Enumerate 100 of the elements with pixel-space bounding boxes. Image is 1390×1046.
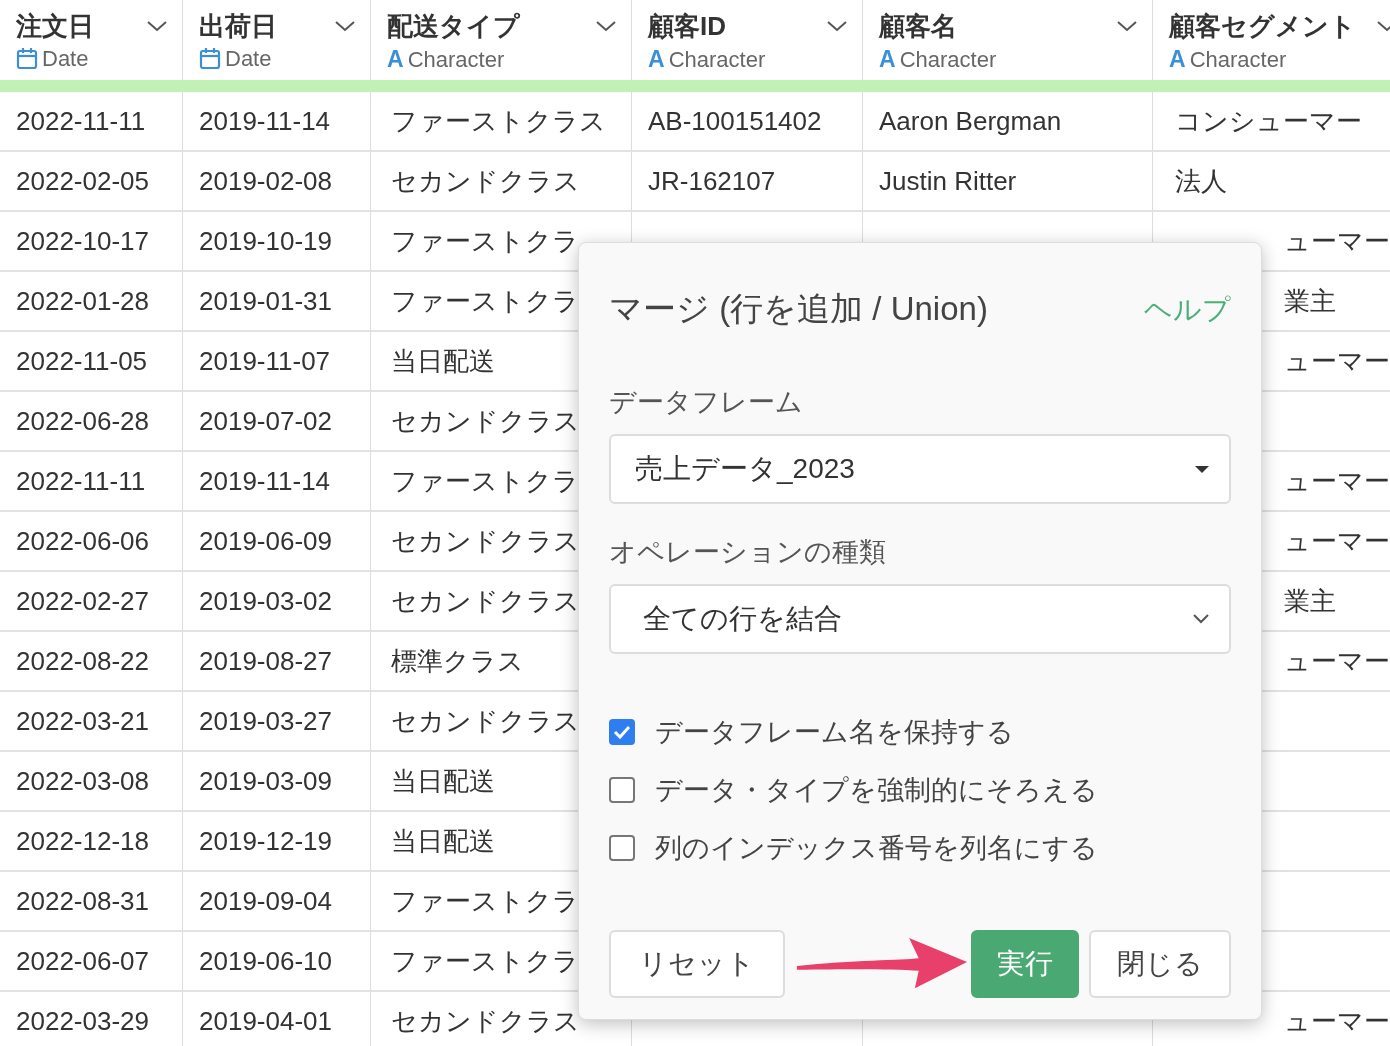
chevron-down-icon [146, 20, 168, 32]
table-cell-text: ファーストクラス [391, 104, 606, 138]
table-cell: 2022-03-21 [16, 705, 149, 737]
dataframe-dropdown[interactable]: 売上データ_2023 [609, 434, 1231, 504]
table-cell-text: 法人 [1175, 164, 1227, 198]
table-cell-text: セカンドクラス [391, 704, 580, 738]
table-cell: 2019-11-14 [199, 465, 331, 497]
checkbox-label: 列のインデックス番号を列名にする [655, 832, 1098, 865]
column-name: 出荷日 [199, 9, 277, 43]
table-cell: 2022-02-05 [16, 165, 149, 197]
calendar-icon [16, 47, 38, 71]
table-cell: 2022-02-27 [16, 585, 149, 617]
table-cell: 2022-03-08 [16, 765, 149, 797]
caret-icon [1195, 465, 1209, 473]
table-cell-text: ファーストクラ [391, 944, 579, 978]
table-cell-text: ューマー [1284, 1004, 1390, 1038]
table-cell: 2022-08-22 [16, 645, 149, 677]
table-cell: 2022-10-17 [16, 225, 149, 257]
table-cell-text: コンシューマー [1175, 104, 1362, 138]
column-type: Date [42, 46, 89, 72]
table-cell-text: ファーストクラ [391, 224, 579, 258]
checkbox[interactable] [609, 777, 635, 803]
table-cell: 2022-06-06 [16, 525, 149, 557]
table-cell-text: ファーストクラ [391, 884, 579, 918]
column-name: 注文日 [16, 9, 94, 43]
column-name: 顧客セグメント [1169, 9, 1356, 43]
checkbox-label: データフレーム名を保持する [655, 716, 1014, 749]
column-name: 顧客名 [879, 9, 957, 43]
table-cell-text: 業主 [1284, 584, 1336, 618]
reset-button[interactable]: リセット [609, 930, 785, 998]
table-cell: JR-162107 [648, 165, 776, 197]
table-cell: 2019-12-19 [199, 825, 332, 857]
chevron-down-icon [595, 20, 617, 32]
table-cell-text: 標準クラス [391, 644, 524, 678]
chevron-down-icon [826, 20, 848, 32]
dialog-title: マージ (行を追加 / Union) [609, 289, 988, 329]
column-name: 顧客ID [648, 9, 726, 43]
table-cell: 2022-06-28 [16, 405, 149, 437]
table-cell-text: ューマー [1284, 644, 1390, 678]
checkbox[interactable] [609, 719, 635, 745]
table-cell-text: ファーストクラ [391, 284, 579, 318]
table-cell: 2022-12-18 [16, 825, 149, 857]
table-cell-text: セカンドクラス [391, 524, 580, 558]
table-cell-text: セカンドクラス [391, 404, 580, 438]
operation-select[interactable]: 全ての行を結合 [609, 584, 1231, 654]
table-cell-text: ューマー [1284, 344, 1390, 378]
checkmark-icon [613, 725, 631, 739]
chevron-down-icon [1193, 614, 1209, 624]
table-cell: 2022-03-29 [16, 1005, 149, 1037]
table-cell: 2019-11-07 [199, 345, 331, 377]
table-cell: 2019-07-02 [199, 405, 332, 437]
close-button[interactable]: 閉じる [1089, 930, 1231, 998]
table-cell: 2019-10-19 [199, 225, 332, 257]
table-cell: Aaron Bergman [879, 105, 1062, 137]
checkbox[interactable] [609, 835, 635, 861]
table-cell: 2019-06-09 [199, 525, 332, 557]
table-cell: 2019-03-09 [199, 765, 332, 797]
type-mark: A [1169, 46, 1186, 73]
table-cell: 2022-08-31 [16, 885, 149, 917]
table-cell: Justin Ritter [879, 165, 1017, 197]
table-cell-text: 当日配送 [391, 764, 495, 798]
table-cell-text: セカンドクラス [391, 164, 580, 198]
calendar-icon [199, 47, 221, 71]
type-mark: A [648, 46, 665, 73]
table-cell-text: 当日配送 [391, 344, 495, 378]
table-cell-text: ューマー [1284, 224, 1390, 258]
table-cell: 2019-02-08 [199, 165, 332, 197]
chevron-down-icon [1116, 20, 1138, 32]
column-type: Character [668, 46, 766, 73]
column-type: Date [225, 46, 272, 72]
column-type: Character [899, 46, 997, 73]
field-label: オペレーションの種類 [609, 536, 887, 569]
table-cell-text: セカンドクラス [391, 1004, 580, 1038]
table-cell: 2019-03-27 [199, 705, 332, 737]
table-cell-text: ューマー [1284, 524, 1390, 558]
table-cell: 2022-11-11 [16, 465, 146, 497]
column-type: Character [1189, 46, 1287, 73]
table-cell: AB-100151402 [648, 105, 822, 137]
table-cell: 2019-09-04 [199, 885, 332, 917]
table-cell-text: ファーストクラ [391, 464, 579, 498]
table-cell: 2022-06-07 [16, 945, 149, 977]
type-mark: A [879, 46, 896, 73]
checkbox-label: データ・タイプを強制的にそろえる [655, 774, 1098, 807]
table-cell: 2022-01-28 [16, 285, 149, 317]
table-cell: 2019-06-10 [199, 945, 332, 977]
table-cell-text: 当日配送 [391, 824, 495, 858]
chevron-down-icon [334, 20, 356, 32]
table-cell: 2022-11-11 [16, 105, 146, 137]
column-name: 配送タイプ [387, 9, 520, 43]
table-cell: 2019-04-01 [199, 1005, 332, 1037]
table-cell: 2019-01-31 [199, 285, 332, 317]
table-cell-text: 業主 [1284, 284, 1336, 318]
field-label: データフレーム [609, 386, 804, 419]
table-cell-text: セカンドクラス [391, 584, 580, 618]
table-cell: 2022-11-05 [16, 345, 148, 377]
table-cell: 2019-03-02 [199, 585, 332, 617]
type-mark: A [387, 46, 404, 73]
column-type: Character [407, 46, 505, 73]
table-cell: 2019-08-27 [199, 645, 332, 677]
table-cell-text: ューマー [1284, 464, 1390, 498]
